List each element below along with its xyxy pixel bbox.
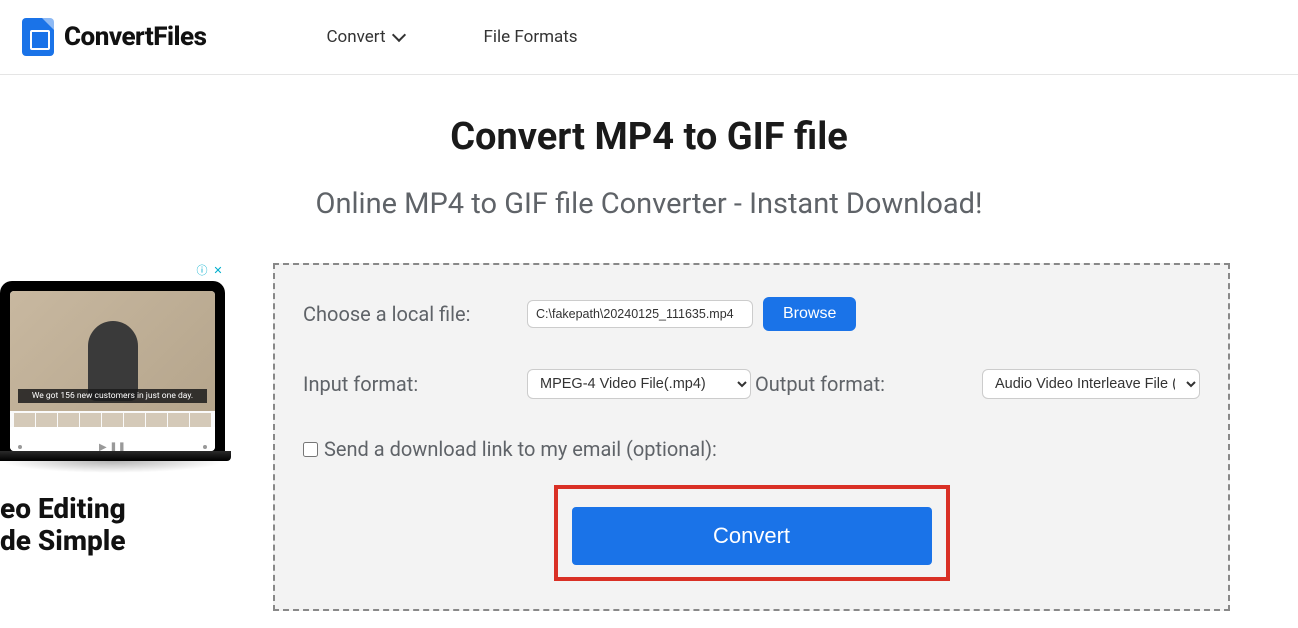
page-title: Convert MP4 to GIF file bbox=[0, 115, 1298, 159]
browse-button[interactable]: Browse bbox=[763, 297, 856, 331]
email-row: Send a download link to my email (option… bbox=[303, 437, 1200, 461]
input-format-label: Input format: bbox=[303, 372, 527, 396]
ad-caption: We got 156 new customers in just one day… bbox=[18, 389, 207, 403]
ad-headline[interactable]: eo Editing de Simple bbox=[0, 473, 225, 557]
ad-thumbnail-strip bbox=[10, 411, 215, 427]
ad-close-icon[interactable]: ✕ bbox=[211, 263, 225, 277]
nav: Convert File Formats bbox=[326, 27, 577, 47]
page-subtitle: Online MP4 to GIF file Converter - Insta… bbox=[0, 187, 1298, 221]
ad-laptop-shadow bbox=[0, 461, 225, 473]
file-row: Choose a local file: Browse bbox=[303, 297, 1200, 331]
logo-icon bbox=[22, 18, 54, 56]
ad-player-controls: ▶ ❚❚ bbox=[10, 427, 215, 451]
ad-laptop-frame: We got 156 new customers in just one day… bbox=[0, 281, 225, 451]
choose-file-label: Choose a local file: bbox=[303, 302, 527, 326]
ad-video-thumbnail: We got 156 new customers in just one day… bbox=[10, 291, 215, 411]
ad-info-icon[interactable]: ⓘ bbox=[195, 263, 209, 277]
ad-headline-line1: eo Editing bbox=[0, 493, 225, 525]
file-path-input[interactable] bbox=[527, 300, 753, 328]
email-checkbox-label: Send a download link to my email (option… bbox=[324, 437, 717, 461]
logo[interactable]: ConvertFiles bbox=[22, 18, 206, 56]
output-format-label: Output format: bbox=[755, 372, 885, 396]
ad-laptop-screen: We got 156 new customers in just one day… bbox=[10, 291, 215, 451]
convert-button[interactable]: Convert bbox=[572, 507, 932, 565]
logo-text: ConvertFiles bbox=[64, 22, 206, 52]
output-format-select[interactable]: Audio Video Interleave File ( bbox=[982, 369, 1200, 399]
nav-convert[interactable]: Convert bbox=[326, 27, 403, 47]
main: Convert MP4 to GIF file Online MP4 to GI… bbox=[0, 75, 1298, 611]
convert-highlight-box: Convert bbox=[554, 485, 950, 581]
nav-file-formats[interactable]: File Formats bbox=[484, 27, 578, 47]
nav-convert-label: Convert bbox=[326, 27, 385, 47]
ad-headline-line2: de Simple bbox=[0, 525, 225, 557]
content-row: ⓘ ✕ We got 156 new customers in just one… bbox=[0, 263, 1298, 611]
email-checkbox[interactable] bbox=[303, 442, 318, 457]
format-row: Input format: MPEG-4 Video File(.mp4) Ou… bbox=[303, 369, 1200, 399]
nav-formats-label: File Formats bbox=[484, 27, 578, 47]
chevron-down-icon bbox=[391, 28, 405, 42]
ad-play-icon: ▶ ❚❚ bbox=[99, 442, 126, 452]
input-format-select[interactable]: MPEG-4 Video File(.mp4) bbox=[527, 369, 751, 399]
header: ConvertFiles Convert File Formats bbox=[0, 0, 1298, 75]
ad-laptop-base bbox=[0, 451, 231, 461]
advertisement: ⓘ ✕ We got 156 new customers in just one… bbox=[0, 263, 225, 557]
convert-wrap: Convert bbox=[303, 485, 1200, 581]
conversion-form: Choose a local file: Browse Input format… bbox=[273, 263, 1230, 611]
